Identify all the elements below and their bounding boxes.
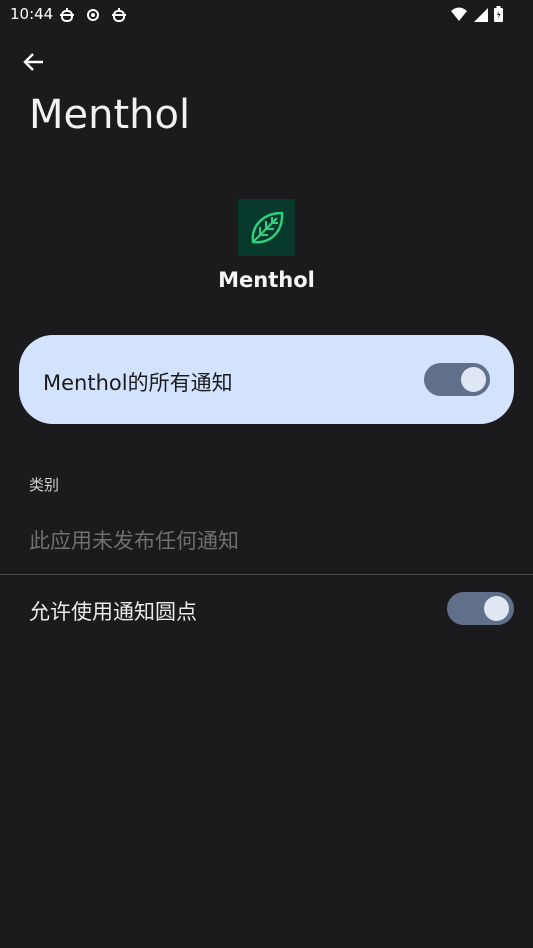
- bug-icon: [110, 6, 128, 28]
- status-time: 10:44: [10, 5, 54, 23]
- battery-icon: [494, 6, 503, 26]
- app-name: Menthol: [218, 268, 315, 292]
- back-button[interactable]: [20, 48, 48, 76]
- all-notifications-label: Menthol的所有通知: [43, 371, 233, 395]
- switch-knob: [484, 596, 509, 621]
- settings-icon: [84, 6, 102, 28]
- app-icon: [238, 199, 295, 256]
- status-left-icons: [58, 6, 128, 28]
- categories-header: 类别: [29, 476, 60, 494]
- divider: [0, 574, 533, 575]
- signal-icon: [474, 7, 488, 26]
- arrow-left-icon: [23, 53, 43, 71]
- notification-dots-label[interactable]: 允许使用通知圆点: [29, 596, 197, 626]
- page-title: Menthol: [29, 92, 191, 138]
- leaf-icon: [251, 211, 283, 243]
- wifi-icon: [450, 6, 468, 26]
- categories-empty-text: 此应用未发布任何通知: [29, 529, 239, 553]
- all-notifications-toggle-row[interactable]: Menthol的所有通知: [19, 335, 514, 424]
- bug-icon: [58, 6, 76, 28]
- notification-dots-switch[interactable]: [447, 592, 514, 625]
- status-bar: 10:44: [0, 0, 533, 30]
- status-right-icons: [450, 6, 503, 26]
- switch-knob: [461, 367, 486, 392]
- all-notifications-switch[interactable]: [424, 363, 490, 396]
